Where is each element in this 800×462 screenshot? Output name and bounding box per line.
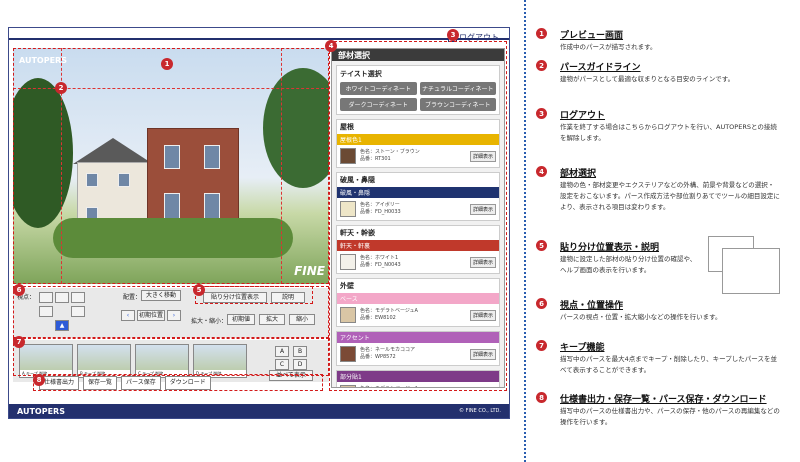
exp-title: パースガイドライン [560,63,641,73]
exp-title: ログアウト [560,111,606,121]
badge-8: 8 [33,374,45,386]
badge-4: 4 [325,40,337,52]
badge-5: 5 [193,284,205,296]
exp-title: キープ機能 [560,343,605,353]
badge-6: 6 [13,284,25,296]
app-window: ログアウト AUTOPERS FINE 部材選択 テイスト選択 ホワイトコーディ… [8,27,510,419]
zone-8 [33,374,323,391]
exp-title: 仕様書出力・保存一覧・パース保存・ダウンロード [560,395,767,405]
exp-desc: 建物の色・部材変更やエクステリアなどの外構、前景や背景などの選択・設定をおこない… [560,181,780,211]
exp-title: 部材選択 [560,169,597,179]
zone-4 [329,41,507,391]
exp-title: 貼り分け位置表示・説明 [560,243,660,253]
zone-7 [13,338,329,376]
exp-number: 2 [536,60,547,71]
exp-number: 1 [536,28,547,39]
badge-2: 2 [55,82,67,94]
exp-number: 8 [536,392,547,403]
footer-copyright: © FINE CO., LTD. [458,408,501,414]
zone-6 [13,286,329,338]
exp-title: 視点・位置操作 [560,301,624,311]
badge-1: 1 [161,58,173,70]
exp-number: 6 [536,298,547,309]
footer-logo: AUTOPERS [17,406,65,416]
exp-desc: 建物がパースとして最適な収まりとなる目安のラインです。 [560,75,735,83]
exp-desc: 描写中のパースの仕様書出力や、パースの保存・他のパースの再編集などの操作を行いま… [560,407,780,426]
exp-number: 4 [536,166,547,177]
footer: AUTOPERS © FINE CO., LTD. [9,404,509,418]
exp-title: プレビュー画面 [560,31,624,41]
badge-3: 3 [447,29,459,41]
exp-desc: パースの視点・位置・拡大縮小などの操作を行います。 [560,313,722,321]
exp-desc: 描写中のパースを最大4点までキープ・削除したり、キープしたパースを並べて表示する… [560,355,777,374]
exp-desc: 作業を終了する場合はこちらからログアウトを行い、AUTOPERSとの接続を解除し… [560,123,777,142]
divider [524,0,526,462]
badge-7: 7 [13,336,25,348]
exp-number: 3 [536,108,547,119]
exp-desc: 建物に設定した部材の貼り分け位置の確認や、ヘルプ画面の表示を行います。 [560,255,697,274]
top-bar: ログアウト [9,28,509,42]
exp-desc: 作成中のパースが描写されます。 [560,43,657,51]
help-screen-thumb [722,248,780,294]
exp-number: 5 [536,240,547,251]
exp-number: 7 [536,340,547,351]
